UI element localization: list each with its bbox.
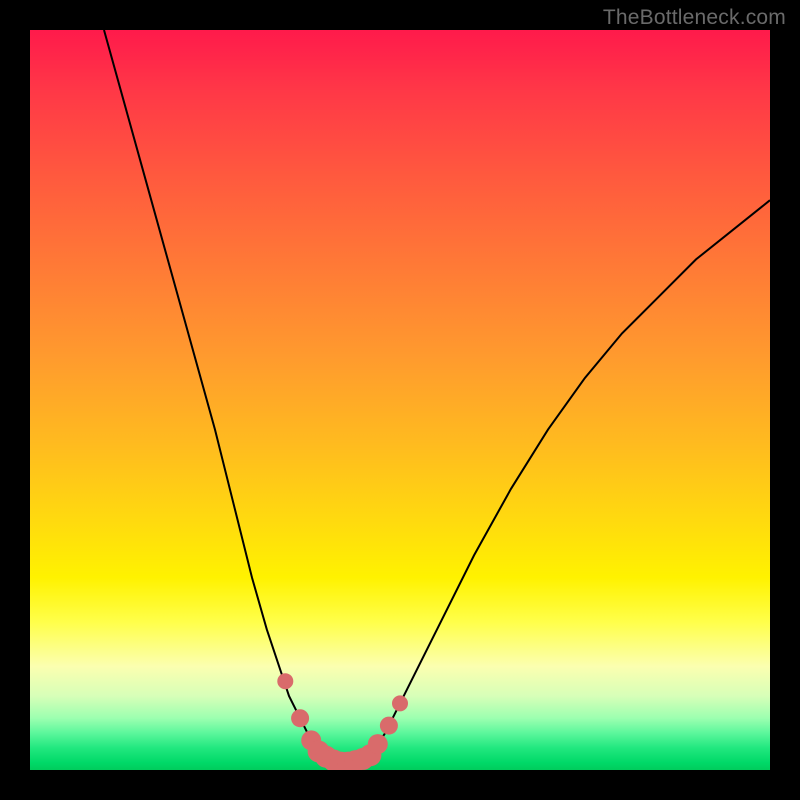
bottleneck-curve xyxy=(104,30,770,763)
marker-point xyxy=(380,717,398,735)
marker-point xyxy=(392,695,408,711)
curve-layer xyxy=(30,30,770,770)
marker-point xyxy=(291,709,309,727)
marker-point xyxy=(277,673,293,689)
chart-frame: TheBottleneck.com xyxy=(0,0,800,800)
watermark-text: TheBottleneck.com xyxy=(603,6,786,30)
highlight-markers xyxy=(277,673,408,770)
marker-point xyxy=(368,734,388,754)
plot-area xyxy=(30,30,770,770)
